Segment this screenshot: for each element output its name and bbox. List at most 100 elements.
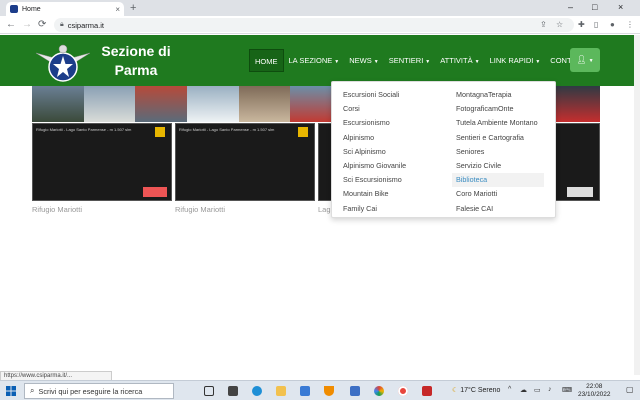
search-icon: ⌕ bbox=[30, 386, 35, 395]
webcam-caption: Rifugio Mariotti - Lago Santo Parmense -… bbox=[179, 127, 275, 132]
dropdown-item[interactable]: Corsi bbox=[343, 102, 406, 116]
share-icon[interactable]: ⇪ bbox=[540, 20, 547, 29]
store-icon[interactable] bbox=[300, 386, 310, 396]
close-tab-icon[interactable]: × bbox=[115, 5, 120, 14]
vlc-icon[interactable] bbox=[324, 386, 334, 396]
profile-icon[interactable]: ● bbox=[610, 20, 615, 29]
moon-icon: ☾ bbox=[452, 387, 459, 394]
dropdown-item[interactable]: Sci Alpinismo bbox=[343, 145, 406, 159]
webcam-image[interactable]: Rifugio Mariotti - Lago Santo Parmense -… bbox=[175, 123, 315, 201]
caret-down-icon: ▼ bbox=[474, 59, 480, 65]
dropdown-item[interactable]: Escursionismo bbox=[343, 116, 406, 130]
dropdown-item[interactable]: Seniores bbox=[456, 145, 544, 159]
webcam-label[interactable]: Rifugio Mariotti bbox=[32, 205, 82, 214]
cloud-icon[interactable]: ☁ bbox=[520, 386, 527, 394]
nav-link-rapidi[interactable]: LINK RAPIDI ▼ bbox=[485, 49, 546, 72]
windows-start-icon[interactable] bbox=[6, 386, 16, 396]
file-explorer-icon[interactable] bbox=[276, 386, 286, 396]
dropdown-item[interactable]: Servizio Civile bbox=[456, 159, 544, 173]
menu-icon[interactable]: ⋮ bbox=[626, 20, 634, 29]
attivita-dropdown: Escursioni Sociali Corsi Escursionismo A… bbox=[331, 81, 556, 218]
webcam-caption: Rifugio Mariotti - Lago Santo Parmense -… bbox=[36, 127, 132, 132]
dropdown-item[interactable]: FotograficamOnte bbox=[456, 102, 544, 116]
minimize-button[interactable]: – bbox=[568, 2, 573, 12]
side-panel-icon[interactable]: ▯ bbox=[594, 20, 598, 29]
nav-la-sezione[interactable]: LA SEZIONE ▼ bbox=[284, 49, 345, 72]
back-icon[interactable]: ← bbox=[6, 19, 16, 31]
network-icon[interactable]: ▭ bbox=[534, 386, 541, 394]
taskbar-clock[interactable]: 22:08 23/10/2022 bbox=[578, 383, 611, 399]
dropdown-item[interactable]: Family Cai bbox=[343, 202, 406, 216]
webcam-logo-icon bbox=[298, 127, 308, 137]
edge-icon[interactable] bbox=[252, 386, 262, 396]
nav-news[interactable]: NEWS ▼ bbox=[344, 49, 383, 72]
taskbar-search-box[interactable]: ⌕ Scrivi qui per eseguire la ricerca bbox=[24, 383, 174, 399]
brand-line-1: Sezione di bbox=[101, 43, 171, 59]
caret-down-icon: ▼ bbox=[535, 59, 541, 65]
dropdown-column-left: Escursioni Sociali Corsi Escursionismo A… bbox=[343, 88, 406, 216]
lock-icon[interactable]: 🔒︎ bbox=[60, 21, 64, 29]
dropdown-item[interactable]: MontagnaTerapia bbox=[456, 88, 544, 102]
address-bar[interactable]: 🔒︎ csiparma.it bbox=[54, 18, 574, 32]
dropdown-item[interactable]: Alpinismo bbox=[343, 131, 406, 145]
dropdown-item[interactable]: Sentieri e Cartografia bbox=[456, 131, 544, 145]
caret-down-icon: ▼ bbox=[334, 59, 340, 65]
webcam-label[interactable]: Rifugio Mariotti bbox=[175, 205, 225, 214]
weather-widget[interactable]: ☾ 17°C Sereno bbox=[452, 386, 500, 394]
dropdown-column-right: MontagnaTerapia FotograficamOnte Tutela … bbox=[452, 88, 544, 216]
clock-time: 22:08 bbox=[586, 383, 603, 390]
dropdown-item[interactable]: Tutela Ambiente Montano bbox=[456, 116, 544, 130]
dropdown-item[interactable]: Escursioni Sociali bbox=[343, 88, 406, 102]
dropdown-item[interactable]: Alpinismo Giovanile bbox=[343, 159, 406, 173]
browser-toolbar: ← → ⟳ 🔒︎ csiparma.it ⇪ ☆ ✚ ▯ ● ⋮ bbox=[0, 16, 640, 34]
new-tab-button[interactable]: + bbox=[130, 2, 136, 14]
nav-news-label: NEWS bbox=[349, 56, 372, 65]
task-view-icon[interactable] bbox=[228, 386, 238, 396]
close-window-button[interactable]: × bbox=[618, 2, 623, 12]
clock-date: 23/10/2022 bbox=[578, 391, 611, 398]
page-scrollbar[interactable] bbox=[634, 35, 640, 375]
nav-home[interactable]: HOME bbox=[249, 49, 284, 72]
brand-line-2: Parma bbox=[114, 62, 158, 78]
caret-down-icon: ▼ bbox=[425, 59, 431, 65]
nav-attivita-label: ATTIVITÀ bbox=[440, 56, 473, 65]
picasa-icon[interactable] bbox=[374, 386, 384, 396]
webcam-label[interactable]: Lag bbox=[318, 205, 331, 214]
move-logo-icon bbox=[567, 187, 593, 197]
maximize-button[interactable]: □ bbox=[592, 2, 597, 12]
chevron-up-icon[interactable]: ^ bbox=[508, 386, 511, 393]
volume-icon[interactable]: ♪ bbox=[548, 386, 552, 393]
dropdown-item-biblioteca[interactable]: Biblioteca bbox=[452, 173, 544, 188]
dropdown-item[interactable]: Mountain Bike bbox=[343, 187, 406, 201]
nav-sentieri-label: SENTIERI bbox=[388, 56, 424, 65]
reload-icon[interactable]: ⟳ bbox=[38, 19, 46, 31]
notifications-icon[interactable]: ▢ bbox=[626, 385, 634, 394]
nav-home-label: HOME bbox=[255, 57, 278, 66]
user-menu-button[interactable]: 👤︎ ▼ bbox=[570, 48, 600, 72]
windows-taskbar: ⌕ Scrivi qui per eseguire la ricerca ☾ 1… bbox=[0, 380, 640, 400]
webcam-logo-icon bbox=[155, 127, 165, 137]
bookmark-star-icon[interactable]: ☆ bbox=[556, 20, 563, 29]
nav-attivita[interactable]: ATTIVITÀ ▼ bbox=[435, 49, 484, 72]
chrome-icon[interactable] bbox=[398, 386, 408, 396]
site-brand[interactable]: Sezione di Parma bbox=[100, 42, 172, 80]
nav-sentieri[interactable]: SENTIERI ▼ bbox=[384, 49, 436, 72]
webcam-ad-badge bbox=[143, 187, 167, 197]
webcam-image[interactable]: Rifugio Mariotti - Lago Santo Parmense -… bbox=[32, 123, 172, 201]
dropdown-item[interactable]: Coro Mariotti bbox=[456, 187, 544, 201]
dropdown-item[interactable]: Sci Escursionismo bbox=[343, 173, 406, 187]
cortana-icon[interactable] bbox=[204, 386, 214, 396]
browser-tab[interactable]: Home × bbox=[6, 2, 124, 16]
site-header: Sezione di Parma HOME LA SEZIONE ▼ NEWS ▼ … bbox=[0, 35, 634, 86]
dropdown-item[interactable]: Falesie CAI bbox=[456, 202, 544, 216]
cai-eagle-logo[interactable] bbox=[34, 39, 92, 83]
photo bbox=[186, 86, 239, 122]
nav-la-sezione-label: LA SEZIONE bbox=[288, 56, 333, 65]
forward-icon[interactable]: → bbox=[22, 19, 32, 31]
caret-down-icon: ▼ bbox=[588, 58, 594, 64]
language-icon[interactable]: ⌨ bbox=[562, 386, 572, 394]
extensions-icon[interactable]: ✚ bbox=[578, 20, 585, 29]
main-nav: HOME LA SEZIONE ▼ NEWS ▼ SENTIERI ▼ ATTIVIT… bbox=[249, 49, 592, 72]
acrobat-icon[interactable] bbox=[422, 386, 432, 396]
word-icon[interactable] bbox=[350, 386, 360, 396]
